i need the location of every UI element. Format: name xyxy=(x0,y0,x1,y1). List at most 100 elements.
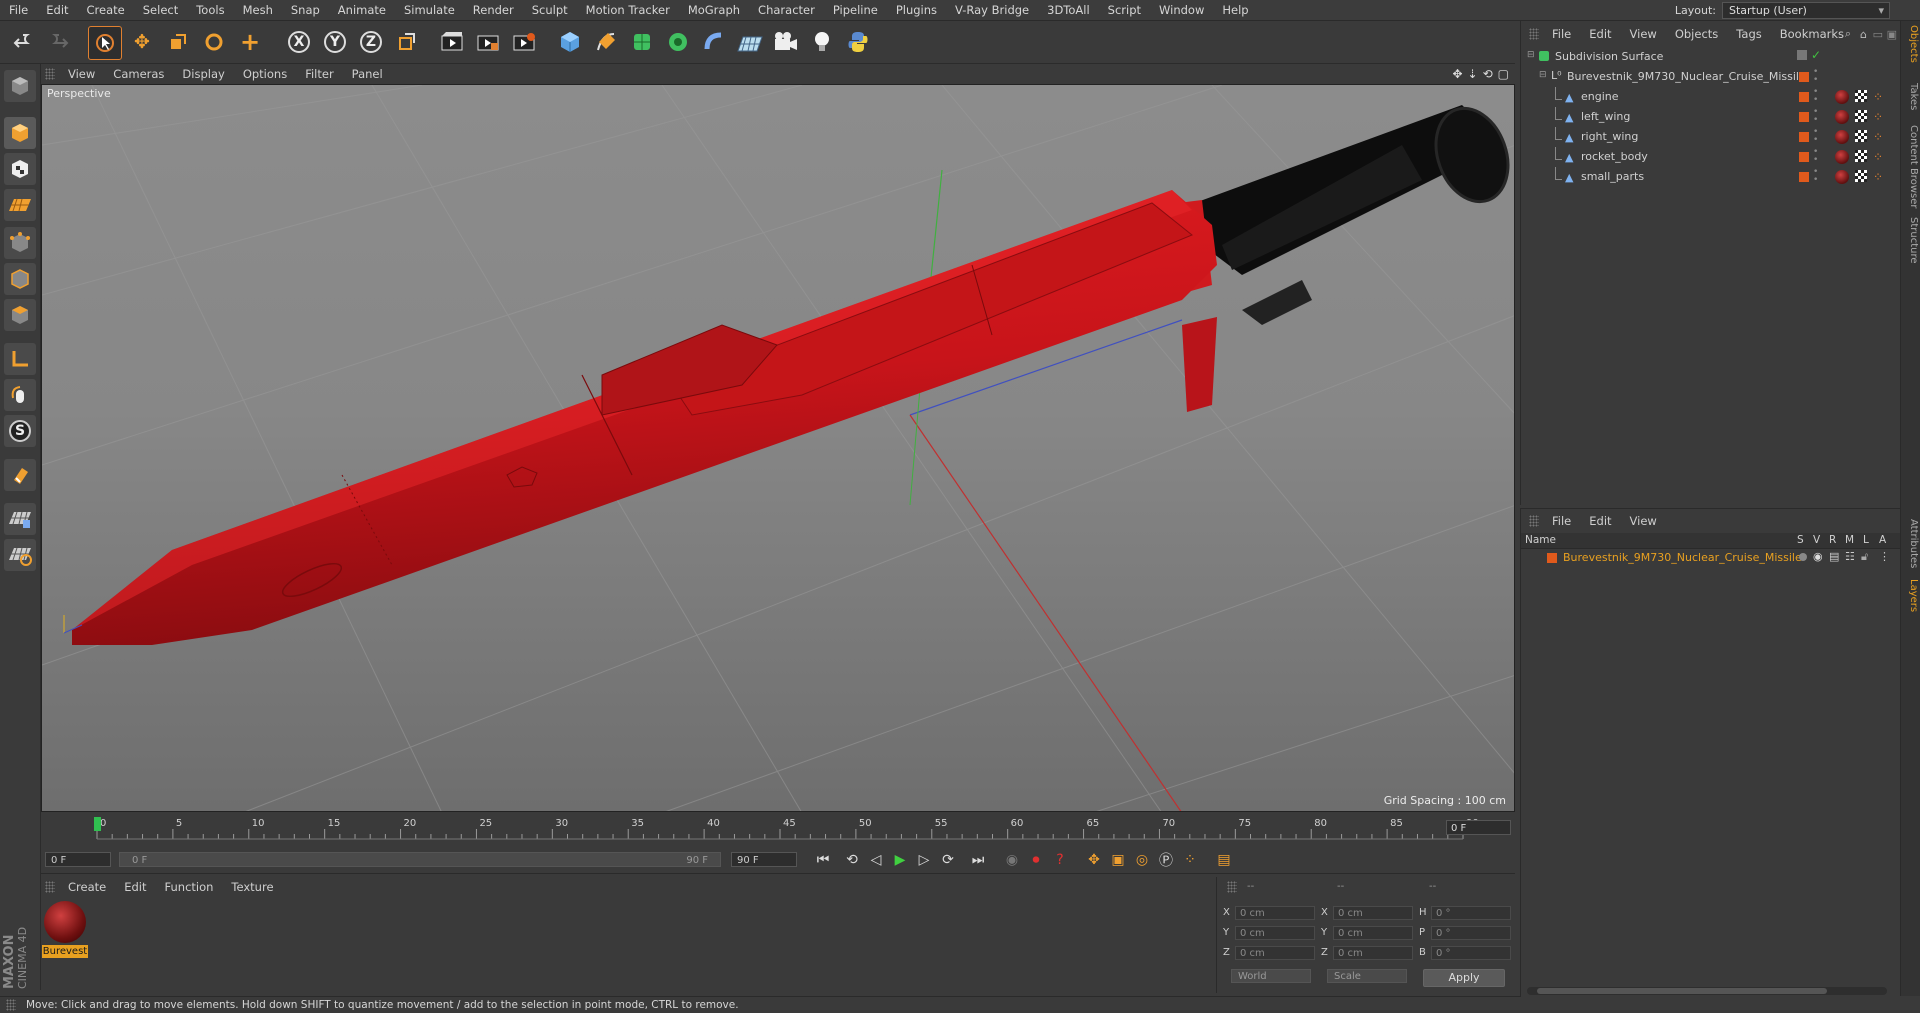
model-mode-icon[interactable] xyxy=(4,117,36,149)
tab-content-browser[interactable]: Content Browser xyxy=(1903,125,1919,208)
object-name[interactable]: rocket_body xyxy=(1581,150,1648,163)
menu-pipeline[interactable]: Pipeline xyxy=(824,0,887,20)
subdivision-icon[interactable] xyxy=(626,26,658,58)
timeline[interactable]: 051015202530354045505560657075808590 0 F xyxy=(41,812,1515,846)
add-object-icon[interactable]: + xyxy=(234,26,266,58)
frame-range-slider[interactable]: 0 F 90 F xyxy=(119,852,721,867)
dolly-icon[interactable]: ⇣ xyxy=(1468,67,1478,81)
object-row-missile-null[interactable]: ⊟ L⁰ Burevestnik_9M730_Nuclear_Cruise_Mi… xyxy=(1521,67,1901,87)
tab-attributes[interactable]: Attributes xyxy=(1903,519,1919,568)
apply-button[interactable]: Apply xyxy=(1423,969,1505,987)
menu-file[interactable]: File xyxy=(0,0,37,20)
texture-tag-icon[interactable] xyxy=(1855,150,1867,162)
rot-b-field[interactable]: 0 ° xyxy=(1431,946,1511,960)
texture-tag-icon[interactable] xyxy=(1855,90,1867,102)
edges-mode-icon[interactable] xyxy=(4,263,36,295)
menu-mograph[interactable]: MoGraph xyxy=(679,0,749,20)
phong-tag-icon[interactable]: ⁘ xyxy=(1873,130,1887,144)
layer-color-swatch[interactable] xyxy=(1799,132,1809,142)
scale-mode-select[interactable]: Scale xyxy=(1327,969,1407,983)
layer-color-swatch[interactable] xyxy=(1547,553,1557,563)
size-y-field[interactable]: 0 cm xyxy=(1333,926,1413,940)
layer-visible-icon[interactable]: ◉ xyxy=(1813,550,1823,563)
menu-mesh[interactable]: Mesh xyxy=(234,0,282,20)
menu-motion-tracker[interactable]: Motion Tracker xyxy=(577,0,679,20)
redo-icon[interactable] xyxy=(42,26,74,58)
layer-name[interactable]: Burevestnik_9M730_Nuclear_Cruise_Missile xyxy=(1563,551,1802,564)
keyframe-parameter-icon[interactable]: Ⓟ xyxy=(1155,849,1177,871)
layer-animation-icon[interactable]: ⋮ xyxy=(1879,550,1890,563)
lm-menu-edit[interactable]: Edit xyxy=(1580,514,1620,528)
make-editable-icon[interactable] xyxy=(4,70,36,102)
layout-dropdown[interactable]: Startup (User) xyxy=(1722,1,1890,19)
menu-3dtoall[interactable]: 3DToAll xyxy=(1038,0,1099,20)
om-menu-objects[interactable]: Objects xyxy=(1666,27,1727,41)
menu-render[interactable]: Render xyxy=(464,0,523,20)
vp-menu-filter[interactable]: Filter xyxy=(296,67,342,81)
layer-lock-icon[interactable]: 🔓︎ xyxy=(1861,550,1868,564)
om-menu-tags[interactable]: Tags xyxy=(1727,27,1770,41)
go-to-end-icon[interactable]: ⏭ xyxy=(967,849,989,871)
size-z-field[interactable]: 0 cm xyxy=(1333,946,1413,960)
light-icon[interactable] xyxy=(806,26,838,58)
vp-menu-cameras[interactable]: Cameras xyxy=(104,67,173,81)
panel-grip[interactable] xyxy=(45,68,55,80)
layer-panel-grip[interactable] xyxy=(1529,515,1539,527)
visibility-dots-icon[interactable]: • • xyxy=(1813,68,1818,85)
go-to-next-key-icon[interactable]: ⟳ xyxy=(937,849,959,871)
mat-menu-create[interactable]: Create xyxy=(59,880,115,894)
pos-y-field[interactable]: 0 cm xyxy=(1235,926,1315,940)
menu-help[interactable]: Help xyxy=(1213,0,1257,20)
step-back-icon[interactable]: ◁ xyxy=(865,849,887,871)
z-axis-lock-icon[interactable]: Z xyxy=(355,26,387,58)
object-name[interactable]: small_parts xyxy=(1581,170,1644,183)
live-selection-icon[interactable] xyxy=(4,379,36,411)
menu-sculpt[interactable]: Sculpt xyxy=(523,0,577,20)
pen-spline-icon[interactable] xyxy=(590,26,622,58)
record-active-objects-icon[interactable]: ⏺ xyxy=(1025,849,1047,871)
object-row-right-wing[interactable]: ▲ right_wing • • ⁘ xyxy=(1521,127,1901,147)
material-tag-icon[interactable] xyxy=(1835,90,1849,104)
floor-icon[interactable] xyxy=(734,26,766,58)
phong-tag-icon[interactable]: ⁘ xyxy=(1873,110,1887,124)
tab-takes[interactable]: Takes xyxy=(1903,83,1919,110)
rotate-icon[interactable] xyxy=(198,26,230,58)
play-icon[interactable]: ▶ xyxy=(889,849,911,871)
menu-animate[interactable]: Animate xyxy=(329,0,395,20)
phong-tag-icon[interactable]: ⁘ xyxy=(1873,90,1887,104)
cloner-icon[interactable] xyxy=(662,26,694,58)
om-menu-edit[interactable]: Edit xyxy=(1580,27,1620,41)
lm-menu-view[interactable]: View xyxy=(1621,514,1666,528)
menu-simulate[interactable]: Simulate xyxy=(395,0,464,20)
record-disabled-icon[interactable]: ◉ xyxy=(1001,849,1023,871)
menu-window[interactable]: Window xyxy=(1150,0,1213,20)
object-name[interactable]: engine xyxy=(1581,90,1619,103)
texture-tag-icon[interactable] xyxy=(1855,170,1867,182)
playhead[interactable] xyxy=(94,817,101,831)
menu-edit[interactable]: Edit xyxy=(37,0,77,20)
viewport-nav-icons[interactable]: ✥ ⇣ ⟲ ▢ xyxy=(1452,67,1509,81)
orbit-icon[interactable]: ⟲ xyxy=(1483,67,1493,81)
om-menu-bookmarks[interactable]: Bookmarks xyxy=(1771,27,1853,41)
tab-layers[interactable]: Layers xyxy=(1903,579,1919,612)
go-to-start-icon[interactable]: ⏮ xyxy=(812,849,834,871)
layer-row[interactable]: Burevestnik_9M730_Nuclear_Cruise_Missile… xyxy=(1521,549,1901,567)
collapse-icon[interactable]: ⊟ xyxy=(1527,50,1535,60)
mat-menu-texture[interactable]: Texture xyxy=(222,880,282,894)
undo-icon[interactable] xyxy=(8,26,40,58)
menu-plugins[interactable]: Plugins xyxy=(887,0,946,20)
pan-icon[interactable]: ✥ xyxy=(1452,67,1462,81)
maximize-panel-icon[interactable]: ▣ xyxy=(1887,28,1897,41)
object-name[interactable]: Subdivision Surface xyxy=(1555,50,1663,63)
object-name[interactable]: right_wing xyxy=(1581,130,1638,143)
coord-panel-grip[interactable] xyxy=(1227,881,1237,893)
layer-manager-icon[interactable]: ☷ xyxy=(1845,550,1855,563)
menu-tools[interactable]: Tools xyxy=(187,0,233,20)
size-x-field[interactable]: 0 cm xyxy=(1333,906,1413,920)
material-item[interactable]: Burevest xyxy=(41,897,91,961)
locked-workplane-icon[interactable] xyxy=(4,539,36,571)
om-menu-view[interactable]: View xyxy=(1621,27,1666,41)
workplane-icon[interactable] xyxy=(4,503,36,535)
keyframe-pla-icon[interactable]: ⁘ xyxy=(1179,849,1201,871)
tab-structure[interactable]: Structure xyxy=(1903,217,1919,264)
